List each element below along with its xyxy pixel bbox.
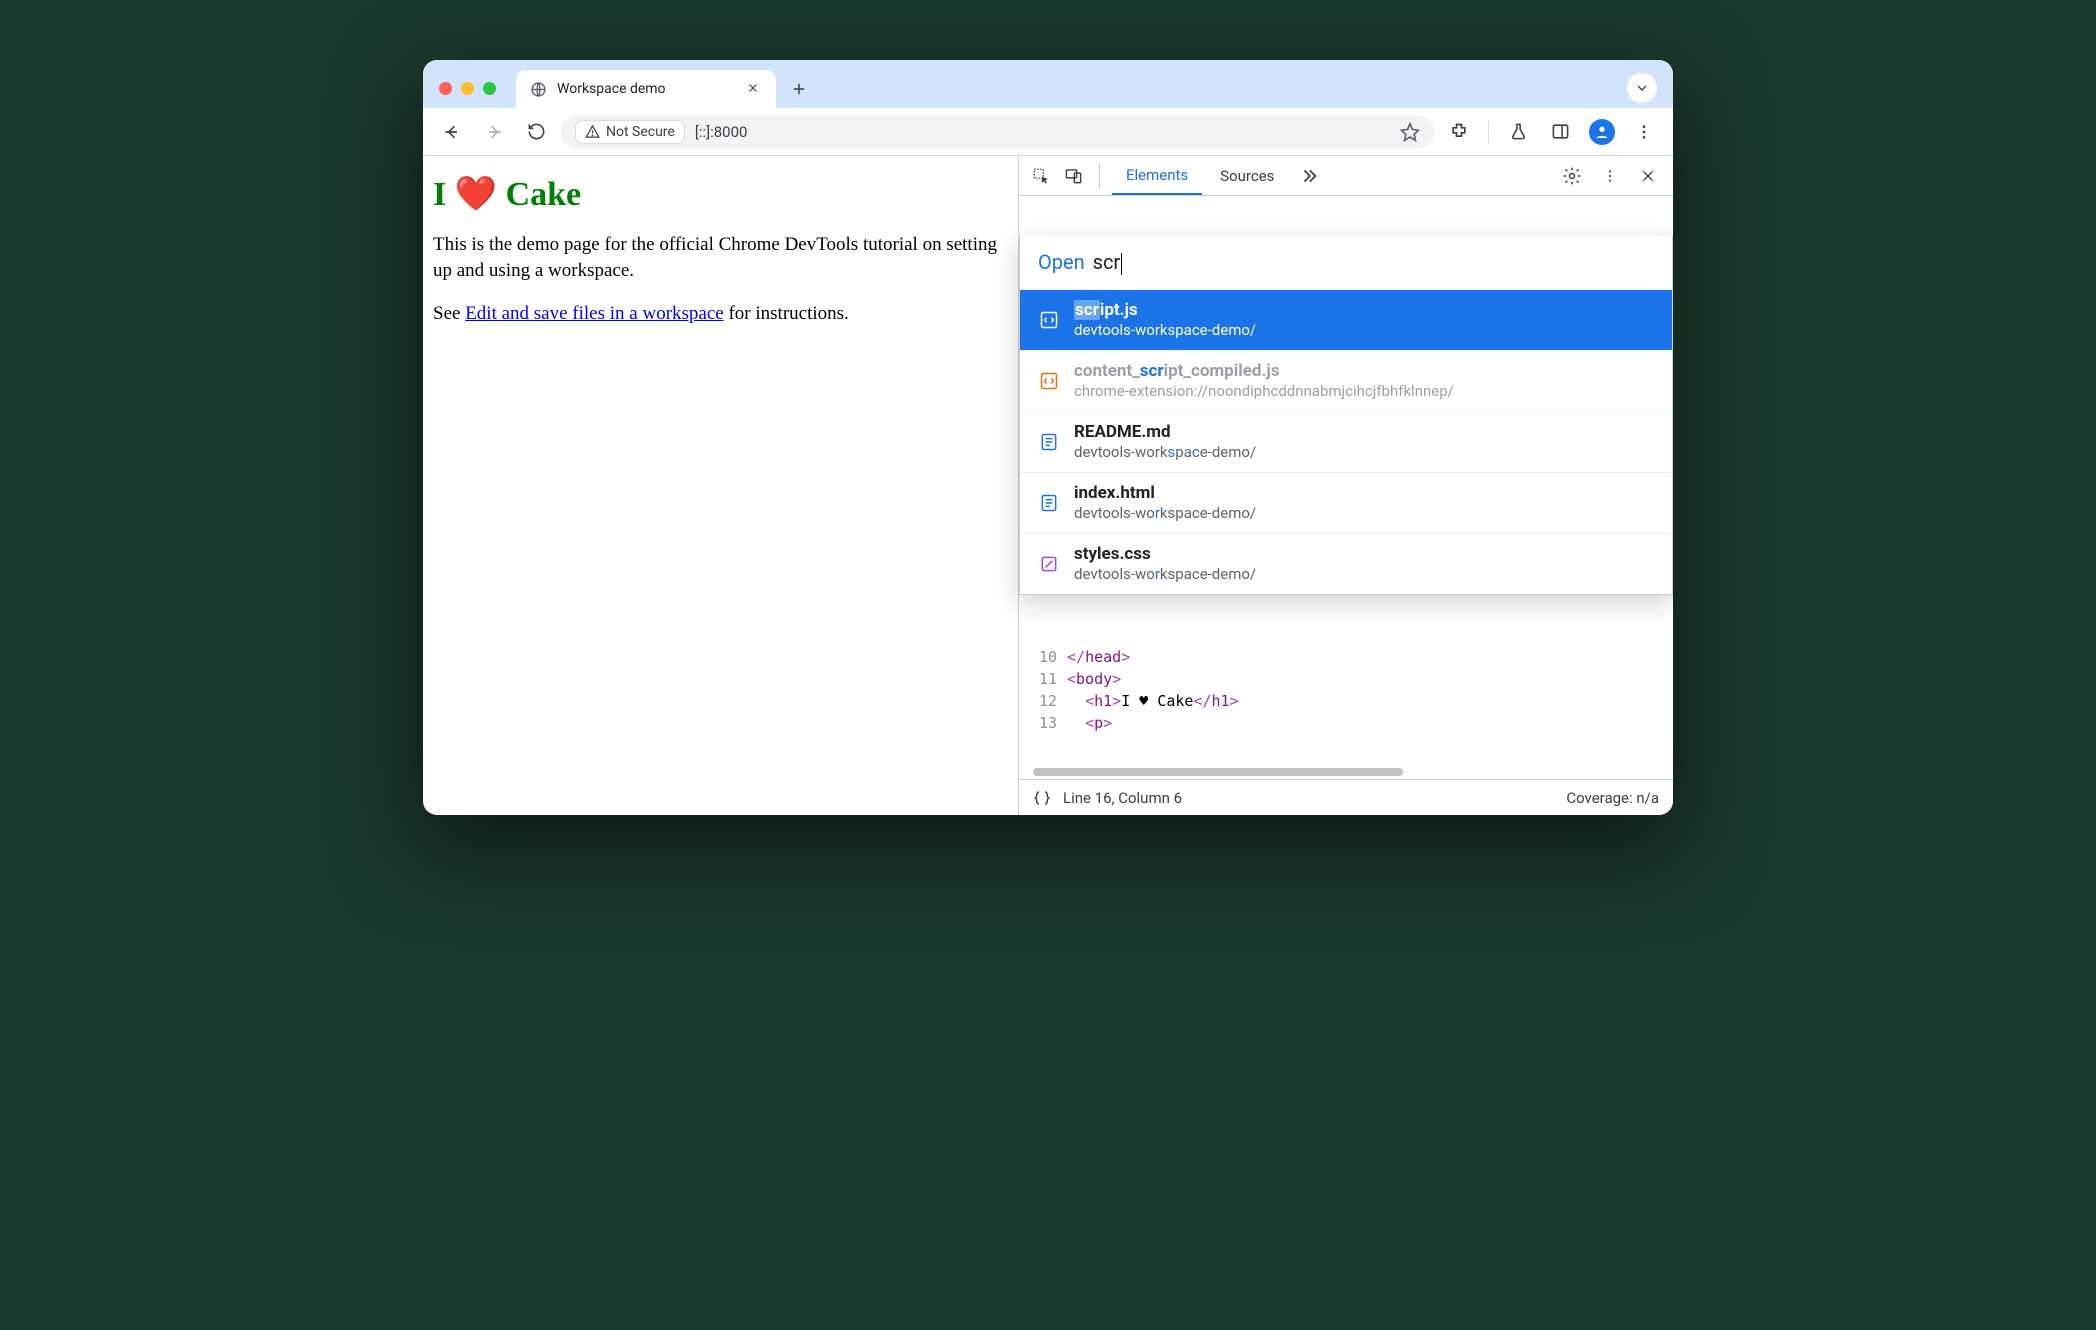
warning-icon bbox=[585, 124, 600, 139]
settings-icon[interactable] bbox=[1555, 159, 1589, 193]
tab-strip: Workspace demo bbox=[423, 60, 1673, 108]
query-text: scr bbox=[1093, 250, 1123, 275]
command-result-item[interactable]: README.mddevtools-workspace-demo/ bbox=[1020, 411, 1672, 472]
result-path: devtools-workspace-demo/ bbox=[1074, 321, 1256, 340]
command-result-item[interactable]: index.htmldevtools-workspace-demo/ bbox=[1020, 472, 1672, 533]
security-chip[interactable]: Not Secure bbox=[575, 120, 685, 144]
url-text: [::]:8000 bbox=[695, 123, 748, 141]
globe-icon bbox=[530, 81, 547, 98]
result-filename: script.js bbox=[1074, 300, 1256, 321]
file-type-icon bbox=[1038, 370, 1060, 392]
chrome-menu-button[interactable] bbox=[1627, 115, 1661, 149]
extensions-button[interactable] bbox=[1442, 115, 1476, 149]
minimize-window-button[interactable] bbox=[461, 82, 474, 95]
scrollbar-thumb[interactable] bbox=[1033, 768, 1403, 776]
labs-button[interactable] bbox=[1501, 115, 1535, 149]
close-tab-icon[interactable] bbox=[746, 81, 762, 97]
file-type-icon bbox=[1038, 309, 1060, 331]
result-filename: styles.css bbox=[1074, 544, 1256, 565]
bookmark-icon[interactable] bbox=[1400, 122, 1420, 142]
browser-window: Workspace demo Not Secure [::]:8000 bbox=[423, 60, 1673, 815]
forward-button[interactable] bbox=[477, 115, 511, 149]
devtools-statusbar: Line 16, Column 6 Coverage: n/a bbox=[1019, 779, 1673, 815]
address-bar[interactable]: Not Secure [::]:8000 bbox=[561, 115, 1434, 149]
window-controls bbox=[439, 82, 496, 95]
browser-tab[interactable]: Workspace demo bbox=[516, 70, 776, 108]
inspect-icon[interactable] bbox=[1027, 159, 1055, 193]
result-filename: content_script_compiled.js bbox=[1074, 361, 1454, 382]
close-window-button[interactable] bbox=[439, 82, 452, 95]
tab-search-button[interactable] bbox=[1627, 73, 1657, 103]
result-filename: index.html bbox=[1074, 483, 1256, 504]
code-line: 11<body> bbox=[1019, 668, 1673, 690]
page-viewport: I ❤️ Cake This is the demo page for the … bbox=[423, 156, 1018, 815]
page-paragraph: This is the demo page for the official C… bbox=[433, 232, 1008, 283]
device-toggle-icon[interactable] bbox=[1059, 159, 1087, 193]
content-area: I ❤️ Cake This is the demo page for the … bbox=[423, 156, 1673, 815]
code-line: 13 <p> bbox=[1019, 712, 1673, 734]
command-result-item[interactable]: script.jsdevtools-workspace-demo/ bbox=[1020, 289, 1672, 350]
tab-elements[interactable]: Elements bbox=[1112, 156, 1202, 195]
back-button[interactable] bbox=[435, 115, 469, 149]
code-line: 10</head> bbox=[1019, 646, 1673, 668]
page-heading: I ❤️ Cake bbox=[433, 174, 1008, 214]
open-label: Open bbox=[1038, 250, 1085, 274]
browser-toolbar: Not Secure [::]:8000 bbox=[423, 108, 1673, 156]
horizontal-scrollbar[interactable] bbox=[1019, 765, 1673, 779]
command-result-item[interactable]: content_script_compiled.jschrome-extensi… bbox=[1020, 350, 1672, 411]
result-path: devtools-workspace-demo/ bbox=[1074, 565, 1256, 584]
command-menu: Open scr script.jsdevtools-workspace-dem… bbox=[1019, 236, 1673, 595]
result-filename: README.md bbox=[1074, 422, 1256, 443]
toolbar-separator bbox=[1488, 121, 1489, 143]
security-label: Not Secure bbox=[606, 124, 675, 140]
devtools-separator bbox=[1099, 164, 1100, 188]
text-caret bbox=[1121, 253, 1122, 275]
result-path: devtools-workspace-demo/ bbox=[1074, 504, 1256, 523]
more-tabs-icon[interactable] bbox=[1292, 159, 1326, 193]
tab-sources[interactable]: Sources bbox=[1206, 156, 1288, 195]
new-tab-button[interactable] bbox=[782, 72, 816, 106]
command-result-item[interactable]: styles.cssdevtools-workspace-demo/ bbox=[1020, 533, 1672, 594]
workspace-link[interactable]: Edit and save files in a workspace bbox=[465, 303, 724, 324]
devtools-panel: Elements Sources 10</hea bbox=[1018, 156, 1673, 815]
command-input[interactable]: Open scr bbox=[1020, 236, 1672, 289]
devtools-tabbar: Elements Sources bbox=[1019, 156, 1673, 196]
code-line: 12 <h1>I ♥ Cake</h1> bbox=[1019, 690, 1673, 712]
see-prefix: See bbox=[433, 303, 465, 324]
file-type-icon bbox=[1038, 492, 1060, 514]
file-type-icon bbox=[1038, 553, 1060, 575]
maximize-window-button[interactable] bbox=[483, 82, 496, 95]
pretty-print-icon[interactable] bbox=[1033, 789, 1051, 807]
cursor-position: Line 16, Column 6 bbox=[1063, 789, 1182, 807]
reload-button[interactable] bbox=[519, 115, 553, 149]
coverage-status: Coverage: n/a bbox=[1566, 789, 1659, 807]
tab-title: Workspace demo bbox=[557, 81, 666, 97]
devtools-body: 10</head> 11<body> 12 <h1>I ♥ Cake</h1> … bbox=[1019, 196, 1673, 779]
result-path: devtools-workspace-demo/ bbox=[1074, 443, 1256, 462]
close-devtools-icon[interactable] bbox=[1631, 159, 1665, 193]
result-path: chrome-extension://noondiphcddnnabmjcihc… bbox=[1074, 382, 1454, 401]
devtools-menu-icon[interactable] bbox=[1593, 159, 1627, 193]
sidepanel-button[interactable] bbox=[1543, 115, 1577, 149]
profile-button[interactable] bbox=[1585, 115, 1619, 149]
command-results-list: script.jsdevtools-workspace-demo/content… bbox=[1020, 289, 1672, 594]
file-type-icon bbox=[1038, 431, 1060, 453]
page-instructions: See Edit and save files in a workspace f… bbox=[433, 301, 1008, 327]
see-suffix: for instructions. bbox=[724, 303, 849, 324]
avatar-icon bbox=[1589, 119, 1615, 145]
